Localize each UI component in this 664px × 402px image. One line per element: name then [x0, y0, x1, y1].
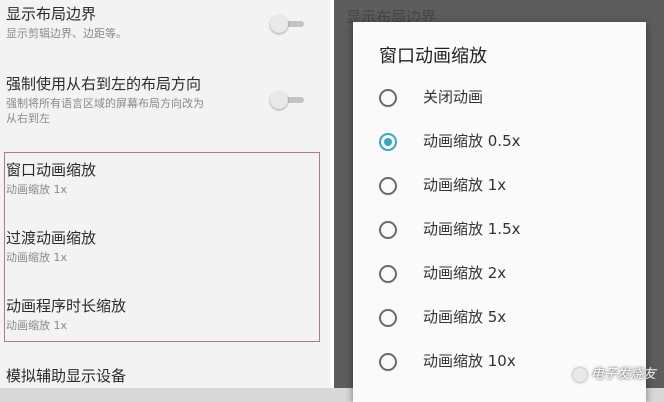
radio-button-checked[interactable]: [379, 133, 397, 151]
radio-button[interactable]: [379, 89, 397, 107]
setting-title: 窗口动画缩放: [6, 161, 97, 179]
setting-title: 强制使用从右到左的布局方向: [6, 75, 202, 93]
option-scale-0.5x[interactable]: 动画缩放 0.5x: [379, 130, 639, 154]
force-rtl-toggle[interactable]: [270, 91, 304, 109]
option-label: 动画缩放 10x: [423, 352, 516, 370]
radio-button[interactable]: [379, 221, 397, 239]
setting-animator-duration-scale[interactable]: 动画程序时长缩放 动画缩放 1x: [6, 296, 316, 333]
watermark-logo-icon: [572, 367, 587, 382]
option-label: 动画缩放 1.5x: [423, 220, 521, 238]
toggle-thumb: [270, 15, 288, 33]
setting-summary: 动画缩放 1x: [6, 251, 68, 264]
watermark: 电子发烧友: [572, 363, 656, 382]
option-scale-1x[interactable]: 动画缩放 1x: [379, 174, 639, 198]
setting-title: 动画程序时长缩放: [6, 297, 127, 315]
setting-summary-cont: 从右到左: [6, 112, 50, 125]
option-label: 关闭动画: [423, 88, 484, 106]
setting-window-animation-scale[interactable]: 窗口动画缩放 动画缩放 1x: [6, 160, 316, 197]
watermark-text: 电子发烧友: [590, 367, 656, 382]
radio-button[interactable]: [379, 265, 397, 283]
setting-title: 过渡动画缩放: [6, 229, 97, 247]
dialog-title: 窗口动画缩放: [379, 46, 487, 67]
radio-button[interactable]: [379, 353, 397, 371]
option-scale-1.5x[interactable]: 动画缩放 1.5x: [379, 218, 639, 242]
radio-button[interactable]: [379, 177, 397, 195]
setting-simulate-secondary-displays[interactable]: 模拟辅助显示设备: [6, 366, 316, 386]
setting-transition-animation-scale[interactable]: 过渡动画缩放 动画缩放 1x: [6, 228, 316, 265]
option-label: 动画缩放 5x: [423, 308, 507, 326]
option-scale-5x[interactable]: 动画缩放 5x: [379, 306, 639, 330]
radio-button[interactable]: [379, 309, 397, 327]
option-label: 动画缩放 1x: [423, 176, 507, 194]
setting-summary: 动画缩放 1x: [6, 183, 68, 196]
setting-title: 模拟辅助显示设备: [6, 367, 127, 385]
show-layout-bounds-toggle[interactable]: [270, 15, 304, 33]
settings-panel-left: 显示布局边界 显示剪辑边界、边距等。 强制使用从右到左的布局方向 强制将所有语言…: [0, 0, 330, 388]
option-scale-2x[interactable]: 动画缩放 2x: [379, 262, 639, 286]
option-label: 动画缩放 2x: [423, 264, 507, 282]
option-animation-off[interactable]: 关闭动画: [379, 86, 639, 110]
window-animation-scale-dialog: 窗口动画缩放 关闭动画 动画缩放 0.5x 动画缩放 1x 动画缩放 1.5x …: [353, 22, 646, 402]
toggle-thumb: [270, 91, 288, 109]
setting-summary: 动画缩放 1x: [6, 319, 68, 332]
option-label: 动画缩放 0.5x: [423, 132, 521, 150]
